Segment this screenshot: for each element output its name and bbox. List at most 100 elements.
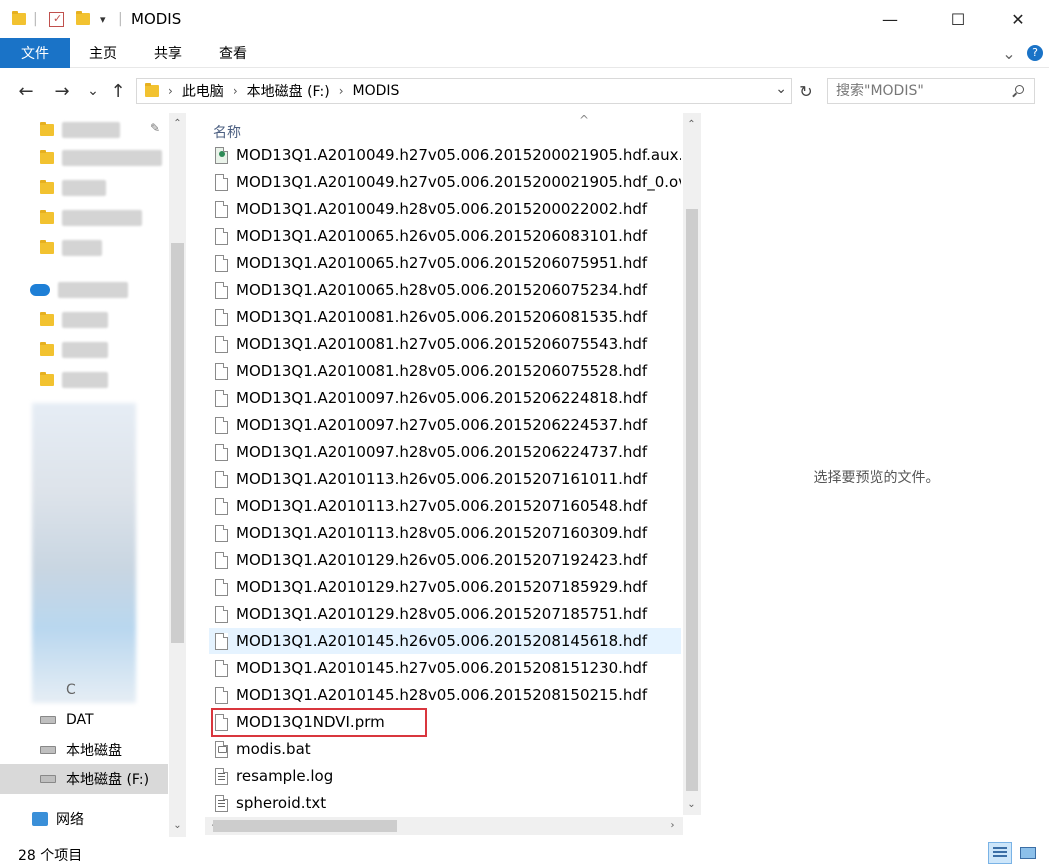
sidebar-item-label: 本地磁盘 (F:) [66,772,150,788]
breadcrumb-this-pc[interactable]: 此电脑 [182,81,224,101]
file-row[interactable]: MOD13Q1.A2010113.h27v05.006.201520716054… [209,493,681,519]
window-title: MODIS [131,10,182,28]
toolbar-separator: | [33,11,38,27]
scroll-up-icon[interactable]: ⌃ [683,116,700,133]
sidebar-item-network[interactable]: 网络 [32,808,84,830]
quick-access-item[interactable] [40,207,142,229]
scroll-down-icon[interactable]: ⌄ [169,817,186,834]
file-row[interactable]: MOD13Q1.A2010097.h28v05.006.201520622473… [209,439,681,465]
quick-access-item[interactable] [40,309,108,331]
file-icon [215,443,228,461]
file-icon [215,686,228,704]
file-row[interactable]: MOD13Q1.A2010145.h28v05.006.201520815021… [209,682,681,708]
address-bar[interactable]: › 此电脑 › 本地磁盘 (F:) › MODIS ⌄ [136,78,792,104]
file-icon [215,308,228,326]
file-row[interactable]: MOD13Q1.A2010129.h28v05.006.201520718575… [209,601,681,627]
file-list-horizontal-scrollbar[interactable]: ‹ › [205,817,683,835]
close-button[interactable]: ✕ [995,0,1041,38]
onedrive-item[interactable] [30,279,128,301]
new-folder-icon[interactable] [76,9,90,29]
expand-ribbon-icon[interactable]: ⌄ [998,38,1020,68]
search-box[interactable] [827,78,1035,104]
file-row[interactable]: MOD13Q1.A2010049.h27v05.006.201520002190… [209,169,681,195]
column-header-name[interactable]: 名称 [213,122,241,142]
file-row[interactable]: resample.log [209,763,681,789]
sidebar-item-data-drive[interactable]: DAT [40,709,94,731]
file-row[interactable]: MOD13Q1.A2010113.h26v05.006.201520716101… [209,466,681,492]
tab-view[interactable]: 查看 [210,38,256,68]
recent-locations-button[interactable]: ⌄ [84,80,102,102]
large-icons-view-button[interactable] [1016,842,1040,864]
help-icon[interactable]: ? [1024,38,1046,68]
file-row[interactable]: MOD13Q1.A2010065.h28v05.006.201520607523… [209,277,681,303]
quick-access-item[interactable] [40,237,102,259]
file-name: MOD13Q1.A2010145.h26v05.006.201520814561… [236,632,648,650]
file-row[interactable]: MOD13Q1.A2010081.h27v05.006.201520607554… [209,331,681,357]
chevron-right-icon[interactable]: › [233,84,238,98]
refresh-button[interactable]: ↻ [794,78,818,104]
file-name: spheroid.txt [236,794,327,812]
file-row[interactable]: MOD13Q1.A2010129.h26v05.006.201520719242… [209,547,681,573]
sidebar-item-local-disk[interactable]: 本地磁盘 [40,739,122,761]
scroll-up-icon[interactable]: ⌃ [169,115,186,132]
tab-file[interactable]: 文件 [0,38,70,68]
file-row[interactable]: MOD13Q1.A2010049.h27v05.006.201520002190… [209,142,681,168]
forward-button[interactable]: → [50,80,74,102]
quick-access-item[interactable] [40,119,120,141]
drive-icon [40,716,56,724]
file-name: MOD13Q1.A2010113.h28v05.006.201520716030… [236,524,648,542]
customize-quick-access-icon[interactable]: ▾ [100,9,106,29]
sidebar-scrollbar-thumb[interactable] [171,243,184,643]
file-row[interactable]: MOD13Q1.A2010097.h27v05.006.201520622453… [209,412,681,438]
folder-icon [145,83,159,97]
sidebar-item-c[interactable]: C [40,679,76,701]
scroll-right-icon[interactable]: › [664,817,681,834]
minimize-button[interactable]: — [867,0,913,38]
scroll-down-icon[interactable]: ⌄ [683,796,700,813]
quick-access-item[interactable] [40,369,108,391]
file-row[interactable]: MOD13Q1.A2010081.h26v05.006.201520608153… [209,304,681,330]
sidebar-scrollbar[interactable]: ⌃ ⌄ [169,113,186,837]
file-icon [215,497,228,515]
quick-access-item[interactable] [40,177,106,199]
file-row[interactable]: MOD13Q1.A2010081.h28v05.006.201520607552… [209,358,681,384]
file-name: MOD13Q1.A2010145.h27v05.006.201520815123… [236,659,648,677]
search-icon[interactable] [1012,84,1025,98]
tab-share[interactable]: 共享 [145,38,191,68]
file-row[interactable]: modis.bat [209,736,681,762]
tab-home[interactable]: 主页 [80,38,126,68]
maximize-button[interactable]: ☐ [935,0,981,38]
back-button[interactable]: ← [14,80,38,102]
search-input[interactable] [836,83,1008,99]
file-row[interactable]: MOD13Q1.A2010113.h28v05.006.201520716030… [209,520,681,546]
file-row[interactable]: MOD13Q1.A2010065.h26v05.006.201520608310… [209,223,681,249]
pin-icon[interactable]: ✎ [150,121,160,135]
file-row[interactable]: MOD13Q1.A2010065.h27v05.006.201520607595… [209,250,681,276]
file-row[interactable]: MOD13Q1.A2010145.h27v05.006.201520815123… [209,655,681,681]
file-icon [215,659,228,677]
file-icon [215,551,228,569]
status-bar: 28 个项目 [0,838,1049,868]
file-row[interactable]: MOD13Q1.A2010145.h26v05.006.201520814561… [209,628,681,654]
sidebar-item-drive-f[interactable]: 本地磁盘 (F:) [40,768,149,790]
file-row[interactable]: MOD13Q1.A2010097.h26v05.006.201520622481… [209,385,681,411]
file-row[interactable]: spheroid.txt [209,790,681,816]
file-name: MOD13Q1.A2010097.h26v05.006.201520622481… [236,389,648,407]
chevron-right-icon[interactable]: › [339,84,344,98]
details-view-button[interactable] [988,842,1012,864]
file-name: MOD13Q1.A2010129.h26v05.006.201520719242… [236,551,648,569]
up-button[interactable]: ↑ [107,80,129,102]
file-row[interactable]: MOD13Q1.A2010049.h28v05.006.201520002200… [209,196,681,222]
quick-access-item[interactable] [40,339,108,361]
file-row[interactable]: MOD13Q1.A2010129.h27v05.006.201520718592… [209,574,681,600]
file-list-vertical-scrollbar[interactable]: ⌃ ⌄ [683,113,701,815]
breadcrumb-drive-f[interactable]: 本地磁盘 (F:) [247,81,330,101]
file-icon [215,362,228,380]
address-dropdown-icon[interactable]: ⌄ [775,81,787,97]
file-list-scrollbar-thumb[interactable] [686,209,698,791]
quick-access-item[interactable] [40,147,162,169]
file-icon [215,254,228,272]
breadcrumb-modis[interactable]: MODIS [353,83,400,99]
properties-icon[interactable]: ✓ [49,9,64,29]
horizontal-scrollbar-thumb[interactable] [213,820,397,832]
